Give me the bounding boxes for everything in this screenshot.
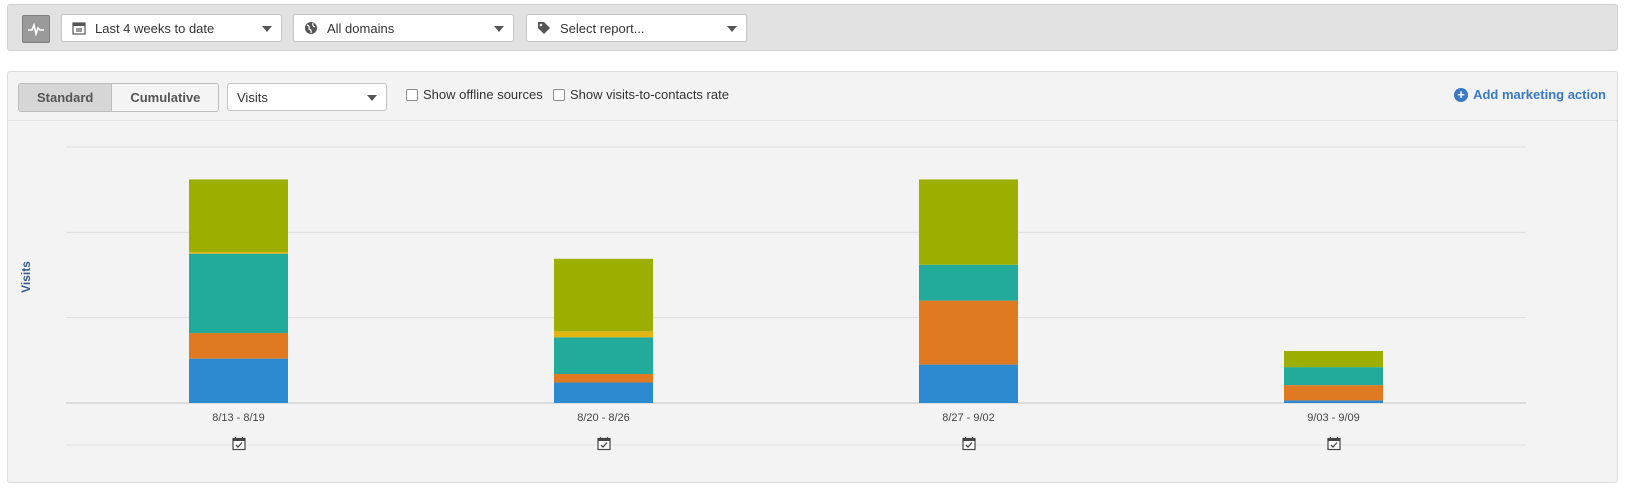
bar-segment [189, 179, 288, 252]
date-range-label: Last 4 weeks to date [95, 20, 215, 36]
visits-chart: Visits 8/13 - 8/19 8/20 - 8/26 8/27 - 9/02 9… [19, 146, 1526, 451]
domains-label: All domains [327, 20, 395, 36]
top-toolbar: Last 4 weeks to date All domains Select … [7, 4, 1618, 51]
bar-segment [554, 331, 653, 338]
calendar-check-icon[interactable] [597, 437, 611, 451]
bar-segment [189, 358, 288, 403]
bar-segment [1284, 385, 1383, 401]
y-axis-label: Visits [19, 261, 33, 293]
bar-segment [554, 337, 653, 374]
chevron-down-icon [262, 26, 272, 32]
bar-segment [189, 253, 288, 334]
calendar-check-icon[interactable] [962, 437, 976, 451]
bar-segment [1284, 350, 1383, 368]
calendar-icon [71, 20, 87, 36]
bar-segment [919, 264, 1018, 301]
bar-segment [554, 382, 653, 403]
bar-segment [919, 364, 1018, 403]
report-label: Select report... [560, 20, 645, 36]
chevron-down-icon [494, 26, 504, 32]
domains-dropdown[interactable]: All domains [293, 14, 514, 42]
globe-icon [303, 20, 319, 36]
x-tick-label: 8/13 - 8/19 [212, 412, 265, 424]
bar-segment [1284, 400, 1383, 403]
chart-panel: Standard Cumulative Visits Show offline … [7, 71, 1618, 483]
bar-segment [1284, 367, 1383, 386]
pulse-button[interactable] [22, 15, 50, 43]
calendar-check-icon[interactable] [1327, 437, 1341, 451]
x-tick-label: 8/27 - 9/02 [942, 412, 995, 424]
x-tick-label: 9/03 - 9/09 [1307, 412, 1360, 424]
chevron-down-icon [727, 26, 737, 32]
bar-segment [189, 251, 288, 254]
report-dropdown[interactable]: Select report... [526, 14, 747, 42]
bar-segment [919, 300, 1018, 365]
date-range-dropdown[interactable]: Last 4 weeks to date [61, 14, 282, 42]
bar-segment [189, 333, 288, 359]
tag-icon [536, 20, 552, 36]
bar-segment [919, 179, 1018, 265]
pulse-icon [28, 22, 44, 36]
calendar-check-icon[interactable] [232, 437, 246, 451]
bar-segment [554, 258, 653, 332]
x-tick-label: 8/20 - 8/26 [577, 412, 630, 424]
bar-segment [554, 373, 653, 383]
